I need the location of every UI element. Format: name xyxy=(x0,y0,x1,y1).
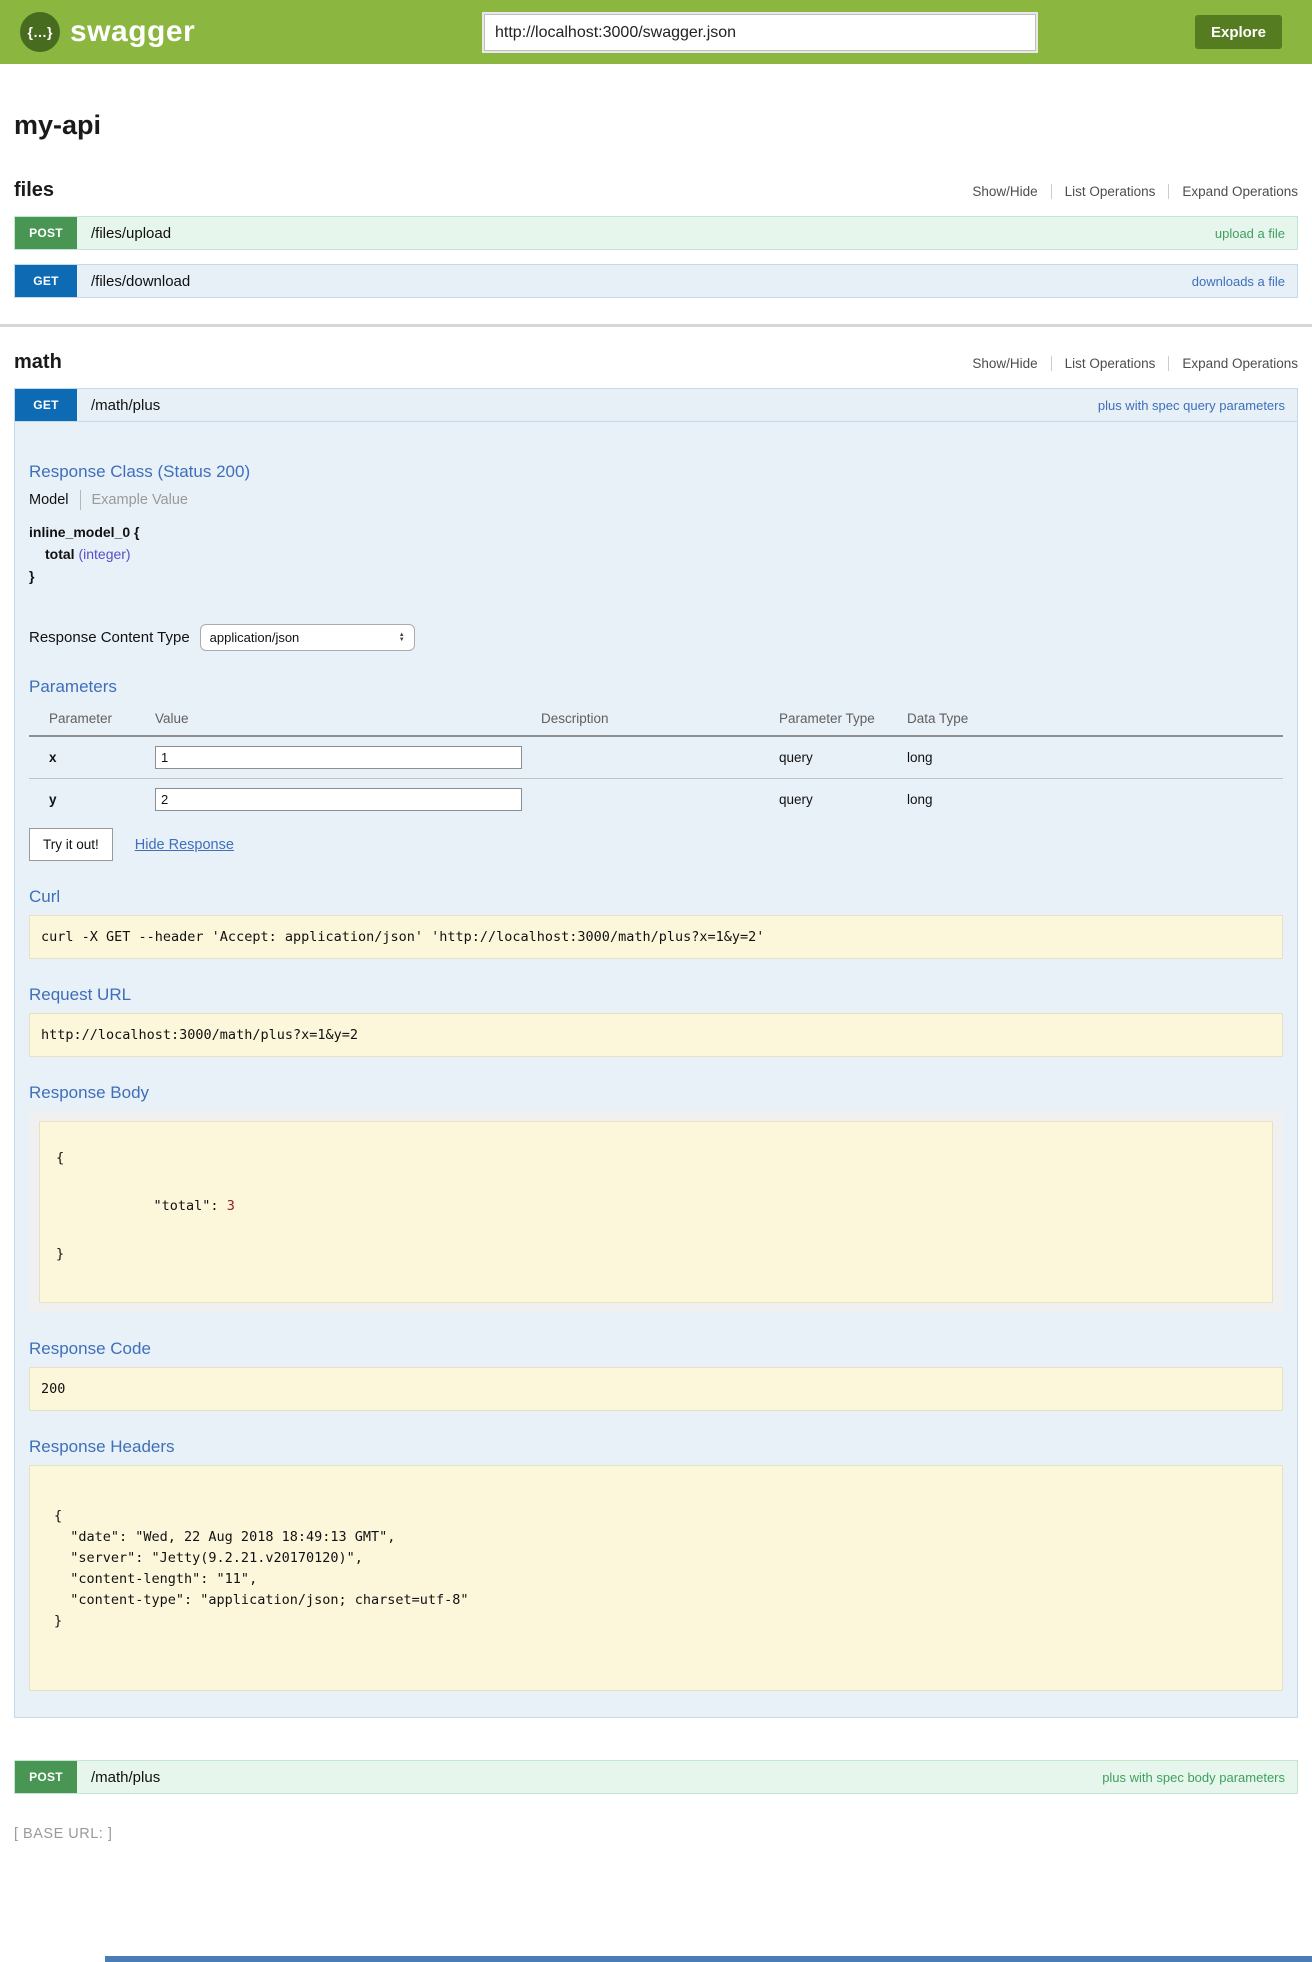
response-code-box: 200 xyxy=(29,1367,1283,1411)
method-badge-get[interactable]: GET xyxy=(15,389,77,421)
param-name: x xyxy=(29,736,155,779)
model-property-type: (integer) xyxy=(78,546,130,562)
param-data-type: long xyxy=(907,736,1283,779)
swagger-logo-text: swagger xyxy=(70,15,195,49)
col-parameter: Parameter xyxy=(29,705,155,736)
operation-detail-panel: Response Class (Status 200) Model Exampl… xyxy=(14,422,1298,1718)
col-parameter-type: Parameter Type xyxy=(779,705,907,736)
param-description xyxy=(541,779,779,821)
op-row-get-math-plus[interactable]: GET /math/plus plus with spec query para… xyxy=(14,388,1298,422)
model-property: total (integer) xyxy=(45,546,1283,562)
parameters-table: Parameter Value Description Parameter Ty… xyxy=(29,705,1283,820)
request-url-heading: Request URL xyxy=(29,985,1283,1005)
resource-controls-math: Show/Hide List Operations Expand Operati… xyxy=(959,356,1298,371)
method-badge-post[interactable]: POST xyxy=(15,217,77,249)
tab-example-value[interactable]: Example Value xyxy=(81,492,188,508)
op-summary[interactable]: downloads a file xyxy=(1192,274,1285,289)
param-x-input[interactable] xyxy=(155,746,522,769)
show-hide-link[interactable]: Show/Hide xyxy=(959,356,1050,371)
parameters-heading: Parameters xyxy=(29,677,1283,697)
list-operations-link[interactable]: List Operations xyxy=(1051,184,1169,199)
resource-controls-files: Show/Hide List Operations Expand Operati… xyxy=(959,184,1298,199)
swagger-braces-icon: {…} xyxy=(20,12,60,52)
op-summary[interactable]: plus with spec body parameters xyxy=(1102,1770,1285,1785)
try-it-out-button[interactable]: Try it out! xyxy=(29,828,113,861)
json-total-line: "total": 3 xyxy=(56,1170,1256,1242)
response-headers-heading: Response Headers xyxy=(29,1437,1283,1457)
col-data-type: Data Type xyxy=(907,705,1283,736)
parameters-header-row: Parameter Value Description Parameter Ty… xyxy=(29,705,1283,736)
base-url-footer: [ BASE URL: ] xyxy=(14,1826,1298,1842)
model-open-line: inline_model_0 { xyxy=(29,524,1283,540)
section-divider xyxy=(0,324,1312,327)
method-badge-post[interactable]: POST xyxy=(15,1761,77,1793)
method-badge-get[interactable]: GET xyxy=(15,265,77,297)
resource-header-math: math Show/Hide List Operations Expand Op… xyxy=(14,351,1298,374)
op-summary[interactable]: upload a file xyxy=(1215,226,1285,241)
response-body-wrapper: { "total": 3 } xyxy=(29,1111,1283,1313)
select-arrows-icon: ▲▼ xyxy=(399,633,405,643)
response-headers-json: { "date": "Wed, 22 Aug 2018 18:49:13 GMT… xyxy=(54,1506,1271,1632)
response-content-type-label: Response Content Type xyxy=(29,629,190,646)
curl-command-box: curl -X GET --header 'Accept: applicatio… xyxy=(29,915,1283,959)
op-path[interactable]: /files/upload xyxy=(91,225,171,242)
response-headers-box: { "date": "Wed, 22 Aug 2018 18:49:13 GMT… xyxy=(29,1465,1283,1691)
explore-button[interactable]: Explore xyxy=(1195,15,1282,49)
op-path[interactable]: /math/plus xyxy=(91,1769,160,1786)
response-body-heading: Response Body xyxy=(29,1083,1283,1103)
resource-name-files[interactable]: files xyxy=(14,179,54,202)
json-open-brace: { xyxy=(56,1146,1256,1170)
model-signature: inline_model_0 { total (integer) } xyxy=(29,524,1283,584)
model-tabs: Model Example Value xyxy=(29,490,1283,510)
op-row-get-files-download[interactable]: GET /files/download downloads a file xyxy=(14,264,1298,298)
model-property-name: total xyxy=(45,546,75,562)
response-content-type-value: application/json xyxy=(210,630,300,645)
try-row: Try it out! Hide Response xyxy=(29,828,1283,861)
bottom-spacer xyxy=(14,1842,1298,1962)
param-row-y: y query long xyxy=(29,779,1283,821)
json-close-brace: } xyxy=(56,1242,1256,1266)
request-url-box: http://localhost:3000/math/plus?x=1&y=2 xyxy=(29,1013,1283,1057)
param-description xyxy=(541,736,779,779)
curl-heading: Curl xyxy=(29,887,1283,907)
op-path[interactable]: /files/download xyxy=(91,273,190,290)
spec-url-input[interactable] xyxy=(484,14,1036,51)
response-class-heading: Response Class (Status 200) xyxy=(29,462,1283,482)
resource-name-math[interactable]: math xyxy=(14,351,62,374)
param-data-type: long xyxy=(907,779,1283,821)
param-type: query xyxy=(779,779,907,821)
response-code-heading: Response Code xyxy=(29,1339,1283,1359)
swagger-logo[interactable]: {…} swagger xyxy=(20,12,195,52)
param-name: y xyxy=(29,779,155,821)
tab-model[interactable]: Model xyxy=(29,492,80,508)
response-content-type-row: Response Content Type application/json ▲… xyxy=(29,624,1283,651)
json-key: "total": xyxy=(137,1198,226,1214)
expand-operations-link[interactable]: Expand Operations xyxy=(1168,184,1298,199)
response-body-box: { "total": 3 } xyxy=(39,1121,1273,1303)
list-operations-link[interactable]: List Operations xyxy=(1051,356,1169,371)
col-value: Value xyxy=(155,705,541,736)
hide-response-link[interactable]: Hide Response xyxy=(135,837,234,853)
model-close-line: } xyxy=(29,568,1283,584)
param-y-input[interactable] xyxy=(155,788,522,811)
expand-operations-link[interactable]: Expand Operations xyxy=(1168,356,1298,371)
op-summary[interactable]: plus with spec query parameters xyxy=(1098,398,1285,413)
show-hide-link[interactable]: Show/Hide xyxy=(959,184,1050,199)
op-path[interactable]: /math/plus xyxy=(91,397,160,414)
page-title: my-api xyxy=(14,110,1298,141)
col-description: Description xyxy=(541,705,779,736)
bottom-partial-bar xyxy=(105,1956,1312,1962)
resource-header-files: files Show/Hide List Operations Expand O… xyxy=(14,179,1298,202)
op-row-post-math-plus[interactable]: POST /math/plus plus with spec body para… xyxy=(14,1760,1298,1794)
param-row-x: x query long xyxy=(29,736,1283,779)
json-number-value: 3 xyxy=(227,1198,235,1214)
op-row-post-files-upload[interactable]: POST /files/upload upload a file xyxy=(14,216,1298,250)
top-bar: {…} swagger Explore xyxy=(0,0,1312,64)
param-type: query xyxy=(779,736,907,779)
response-content-type-select[interactable]: application/json ▲▼ xyxy=(200,624,415,651)
